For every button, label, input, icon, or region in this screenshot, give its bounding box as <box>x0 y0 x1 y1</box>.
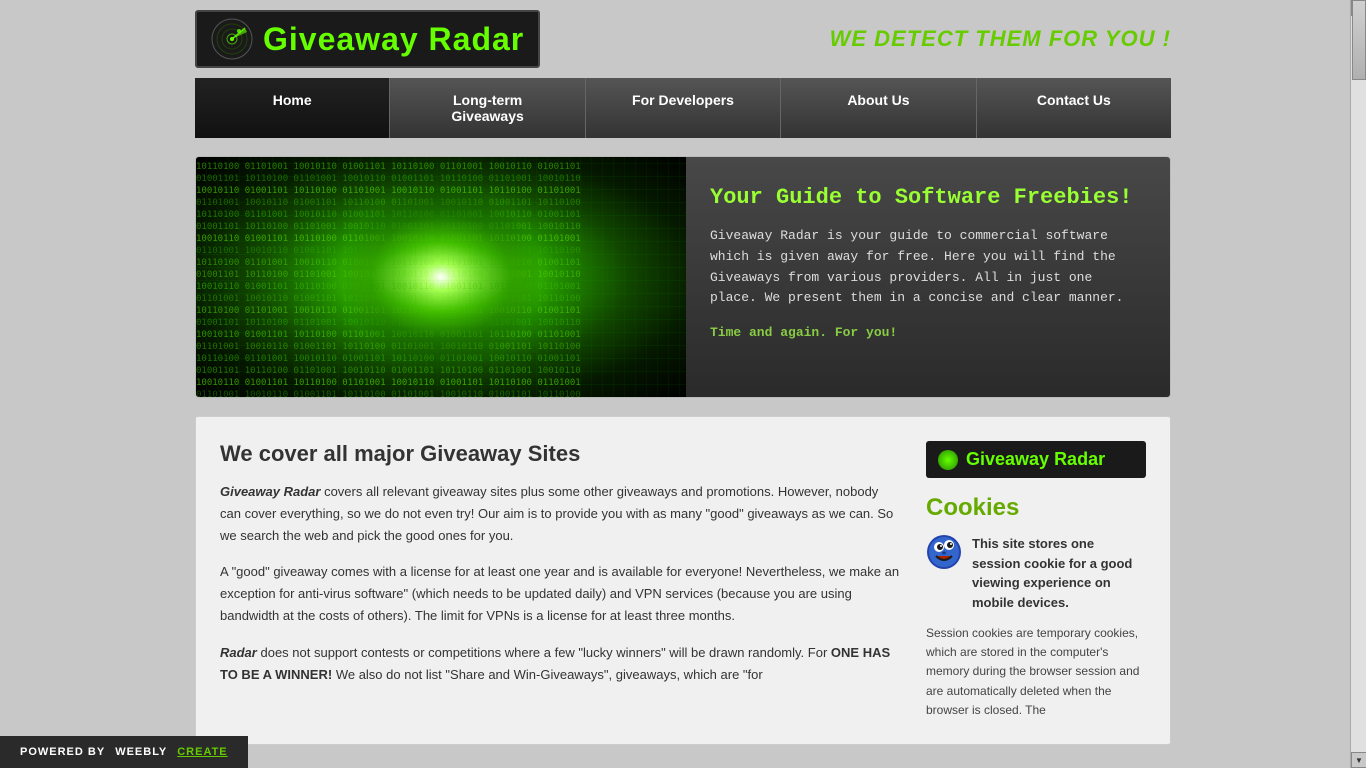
nav-item-contactus[interactable]: Contact Us <box>977 78 1171 138</box>
sidebar-logo: Giveaway Radar <box>926 441 1146 478</box>
cookie-monster-icon <box>926 534 962 570</box>
scroll-arrow-down[interactable]: ▼ <box>1351 752 1366 768</box>
create-link[interactable]: create <box>177 746 227 758</box>
hero-tagline: Time and again. For you! <box>710 325 1142 340</box>
nav-item-aboutus[interactable]: About Us <box>781 78 976 138</box>
sidebar: Giveaway Radar Cookies <box>926 441 1146 720</box>
navigation: Home Long-term Giveaways For Developers … <box>195 78 1171 138</box>
powered-by-text: POWERED BY <box>20 746 105 758</box>
cookie-description: Session cookies are temporary cookies, w… <box>926 624 1146 720</box>
article-paragraph-2: A "good" giveaway comes with a license f… <box>220 561 902 627</box>
sidebar-logo-text: Giveaway Radar <box>966 449 1105 470</box>
radar-icon <box>211 18 253 60</box>
svg-text:01001101 10110100 01101001 100: 01001101 10110100 01101001 10010110 0100… <box>196 366 581 376</box>
tagline: We detect them for you ! <box>830 26 1171 52</box>
article-paragraph-1: Giveaway Radar covers all relevant givea… <box>220 481 902 547</box>
logo[interactable]: Giveaway Radar <box>195 10 540 68</box>
cookie-text: This site stores one session cookie for … <box>972 534 1146 612</box>
header: Giveaway Radar We detect them for you ! <box>0 0 1366 78</box>
svg-text:10010110 01001101 10110100 011: 10010110 01001101 10110100 01101001 1001… <box>196 378 581 388</box>
scrollbar[interactable]: ▲ ▼ <box>1350 0 1366 768</box>
nav-item-home[interactable]: Home <box>195 78 390 138</box>
svg-text:10110100 01101001 10010110 010: 10110100 01101001 10010110 01001101 1011… <box>196 354 581 364</box>
lower-section: We cover all major Giveaway Sites Giveaw… <box>195 416 1171 745</box>
cookies-section: Cookies <box>926 494 1146 720</box>
logo-text: Giveaway Radar <box>263 21 524 58</box>
weebly-brand: weebly <box>115 746 167 758</box>
main-content: 10110100 01101001 10010110 01001101 1011… <box>195 156 1171 745</box>
scroll-thumb[interactable] <box>1352 0 1366 80</box>
sidebar-radar-icon <box>938 450 958 470</box>
svg-text:01101001 10010110 01001101 101: 01101001 10010110 01001101 10110100 0110… <box>196 390 581 397</box>
hero-section: 10110100 01101001 10010110 01001101 1011… <box>195 156 1171 398</box>
hero-text: Your Guide to Software Freebies! Giveawa… <box>686 157 1170 397</box>
article-title: We cover all major Giveaway Sites <box>220 441 902 467</box>
svg-text:10010110 01001101 10110100 011: 10010110 01001101 10110100 01101001 1001… <box>196 186 581 196</box>
article-paragraph-3: Radar does not support contests or compe… <box>220 642 902 686</box>
cookies-title: Cookies <box>926 494 1146 522</box>
hero-description: Giveaway Radar is your guide to commerci… <box>710 226 1142 309</box>
svg-text:10110100 01101001 10010110 010: 10110100 01101001 10010110 01001101 1011… <box>196 162 581 172</box>
powered-by-bar: POWERED BY weebly create <box>0 736 248 768</box>
svg-text:01001101 10110100 01101001 100: 01001101 10110100 01101001 10010110 0100… <box>196 174 581 184</box>
hero-image: 10110100 01101001 10010110 01001101 1011… <box>196 157 686 397</box>
main-article: We cover all major Giveaway Sites Giveaw… <box>220 441 902 720</box>
hero-title: Your Guide to Software Freebies! <box>710 185 1142 210</box>
nav-item-longterm[interactable]: Long-term Giveaways <box>390 78 585 138</box>
nav-item-developers[interactable]: For Developers <box>586 78 781 138</box>
cookie-info: This site stores one session cookie for … <box>926 534 1146 612</box>
article-body: Giveaway Radar covers all relevant givea… <box>220 481 902 686</box>
